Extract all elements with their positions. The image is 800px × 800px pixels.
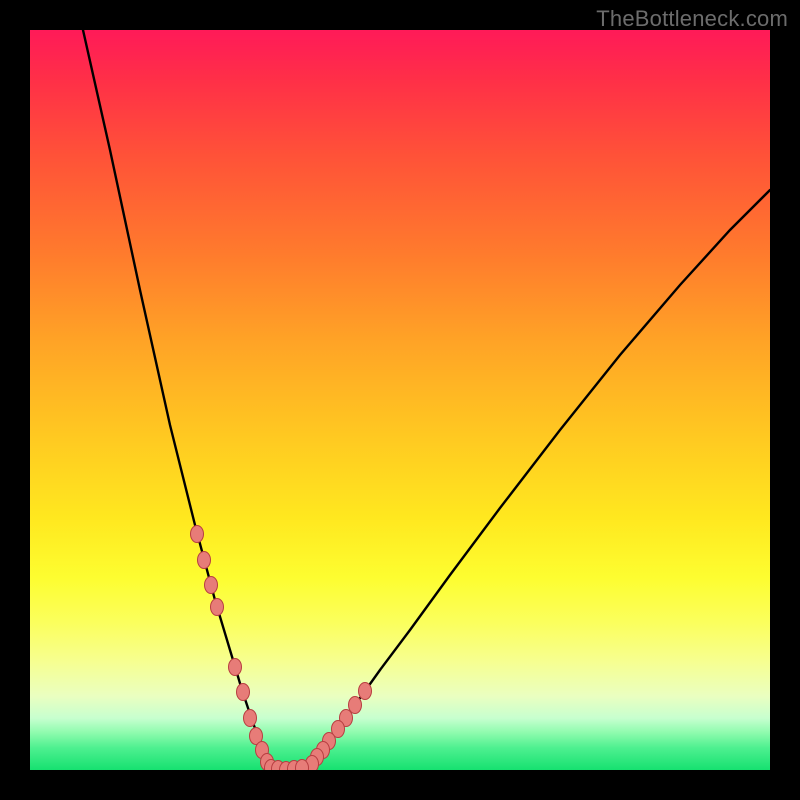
left-markers-point — [256, 742, 269, 759]
right-markers-point — [359, 683, 372, 700]
attribution-label: TheBottleneck.com — [596, 6, 788, 32]
bottom-markers-point — [280, 762, 293, 771]
left-markers-point — [244, 710, 257, 727]
right-markers-point — [323, 733, 336, 750]
right-markers-point — [332, 721, 345, 738]
bottom-markers-point — [296, 760, 309, 771]
marker-layer — [191, 526, 372, 771]
left-markers-point — [250, 728, 263, 745]
plot-area — [30, 30, 770, 770]
right-markers-point — [340, 710, 353, 727]
bottom-markers-point — [288, 761, 301, 771]
left-markers-point — [229, 659, 242, 676]
left-markers-point — [198, 552, 211, 569]
right-curve — [304, 190, 770, 770]
bottom-markers-point — [265, 760, 278, 771]
chart-svg — [30, 30, 770, 770]
right-markers-point — [349, 697, 362, 714]
left-curve — [83, 30, 269, 770]
left-markers-point — [261, 754, 274, 771]
left-markers-point — [211, 599, 224, 616]
left-markers-point — [237, 684, 250, 701]
chart-frame: TheBottleneck.com — [0, 0, 800, 800]
right-markers-point — [306, 756, 319, 771]
bottom-markers-point — [272, 761, 285, 771]
right-markers-point — [317, 742, 330, 759]
left-markers-point — [191, 526, 204, 543]
right-markers-point — [311, 749, 324, 766]
left-markers-point — [205, 577, 218, 594]
